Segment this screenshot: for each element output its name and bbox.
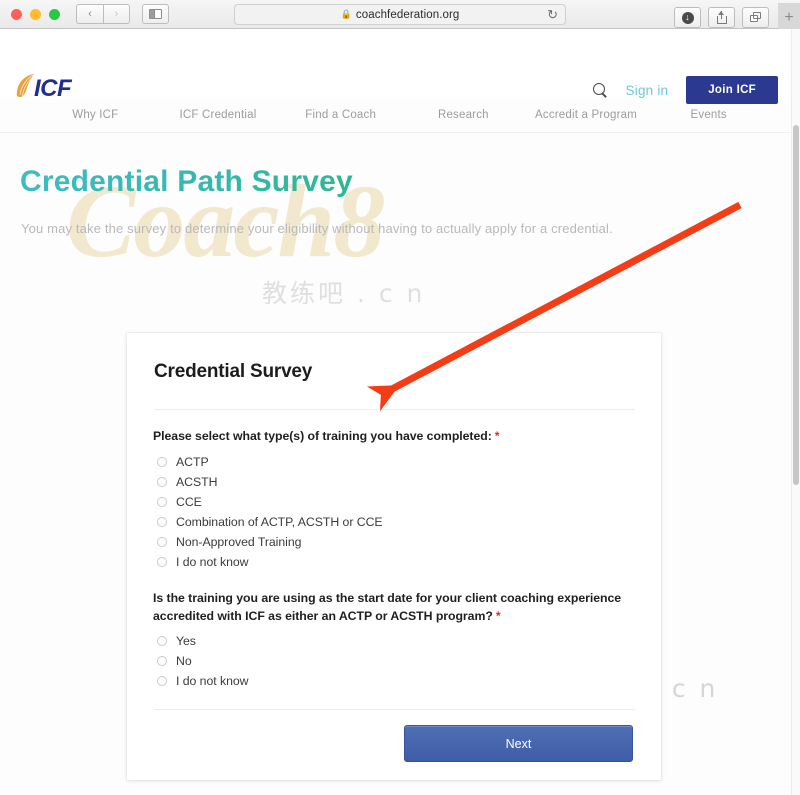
forward-button[interactable]: ›: [103, 4, 130, 24]
survey-heading: Credential Survey: [154, 361, 313, 382]
url-text: coachfederation.org: [355, 8, 460, 21]
nav-item-why-icf[interactable]: Why ICF: [34, 109, 157, 121]
question-2-label: Is the training you are using as the sta…: [153, 590, 635, 626]
scrollbar-thumb[interactable]: [793, 125, 799, 485]
radio-label: Combination of ACTP, ACSTH or CCE: [176, 514, 383, 529]
nav-item-icf-credential[interactable]: ICF Credential: [157, 109, 280, 121]
radio-label: No: [176, 654, 192, 669]
question-2-options: Yes No I do not know: [153, 631, 635, 691]
radio-icon[interactable]: [157, 516, 167, 527]
radio-label: ACTP: [176, 454, 209, 469]
radio-option-no[interactable]: No: [153, 651, 635, 671]
nav-item-accredit-a-program[interactable]: Accredit a Program: [525, 109, 648, 121]
radio-icon[interactable]: [157, 536, 167, 547]
back-button[interactable]: ‹: [76, 4, 103, 24]
site-header: ICF Sign in Join ICF: [0, 29, 800, 104]
radio-icon[interactable]: [157, 636, 167, 647]
radio-label: ACSTH: [176, 474, 218, 489]
downloads-button[interactable]: ↓: [674, 7, 701, 28]
divider-bottom: [154, 709, 635, 711]
next-button[interactable]: Next: [404, 725, 633, 762]
close-window-button[interactable]: [11, 8, 22, 20]
sidebar-toggle-button[interactable]: [142, 4, 169, 24]
radio-icon[interactable]: [157, 496, 167, 507]
radio-label: CCE: [176, 494, 202, 509]
radio-option-q2-do-not-know[interactable]: I do not know: [153, 671, 635, 691]
main-navigation: Why ICF ICF Credential Find a Coach Rese…: [0, 97, 800, 133]
browser-toolbar: ‹ › 🔒 coachfederation.org ↻ ↓ +: [0, 0, 800, 32]
hero-subtitle: You may take the survey to determine you…: [21, 221, 613, 236]
radio-option-combination[interactable]: Combination of ACTP, ACSTH or CCE: [153, 512, 635, 532]
divider: [154, 409, 635, 410]
radio-option-do-not-know[interactable]: I do not know: [153, 552, 635, 572]
toolbar-right-actions: ↓ +: [674, 3, 800, 32]
web-page: Coach8 教练吧 . c n Coach8 教练吧 . c n ICF Si…: [0, 29, 800, 795]
share-button[interactable]: [708, 7, 735, 28]
search-icon[interactable]: [592, 82, 608, 98]
nav-item-research[interactable]: Research: [402, 109, 525, 121]
minimize-window-button[interactable]: [30, 8, 41, 20]
hero-section: Credential Path Survey You may take the …: [0, 133, 800, 338]
question-1-options: ACTP ACSTH CCE Combination of ACTP, ACST…: [153, 452, 635, 572]
radio-label: I do not know: [176, 674, 249, 689]
radio-icon[interactable]: [157, 456, 167, 467]
radio-option-yes[interactable]: Yes: [153, 631, 635, 651]
radio-icon[interactable]: [157, 656, 167, 667]
radio-option-non-approved-training[interactable]: Non-Approved Training: [153, 532, 635, 552]
lock-icon: 🔒: [340, 9, 352, 19]
survey-card: Credential Survey Please select what typ…: [127, 333, 661, 780]
radio-icon[interactable]: [157, 676, 167, 687]
address-bar[interactable]: 🔒 coachfederation.org ↻: [234, 4, 566, 25]
radio-icon[interactable]: [157, 476, 167, 487]
radio-label: Non-Approved Training: [176, 534, 302, 549]
radio-option-actp[interactable]: ACTP: [153, 452, 635, 472]
page-title: Credential Path Survey: [20, 165, 353, 198]
maximize-window-button[interactable]: [49, 8, 60, 20]
required-marker: *: [494, 429, 500, 443]
show-tabs-button[interactable]: [742, 7, 769, 28]
url-text-wrapper: 🔒 coachfederation.org: [341, 9, 460, 21]
radio-option-cce[interactable]: CCE: [153, 492, 635, 512]
radio-icon[interactable]: [157, 556, 167, 567]
radio-label: Yes: [176, 634, 196, 649]
download-icon: ↓: [681, 11, 694, 24]
radio-option-acsth[interactable]: ACSTH: [153, 472, 635, 492]
new-tab-button[interactable]: +: [778, 3, 800, 32]
sign-in-link[interactable]: Sign in: [626, 83, 669, 98]
required-marker: *: [495, 608, 501, 623]
reload-icon[interactable]: ↻: [547, 8, 558, 21]
share-icon: [716, 11, 727, 24]
nav-item-events[interactable]: Events: [647, 109, 770, 121]
window-controls[interactable]: [11, 8, 60, 20]
tabs-icon: [749, 12, 762, 23]
question-1-label: Please select what type(s) of training y…: [153, 428, 635, 446]
radio-label: I do not know: [176, 554, 249, 569]
navigation-buttons: ‹ ›: [76, 4, 130, 24]
question-1-text: Please select what type(s) of training y…: [153, 429, 492, 443]
question-2-text: Is the training you are using as the sta…: [153, 590, 622, 623]
page-scrollbar[interactable]: [791, 29, 800, 795]
sidebar-icon: [149, 9, 162, 19]
nav-item-find-a-coach[interactable]: Find a Coach: [279, 109, 402, 121]
